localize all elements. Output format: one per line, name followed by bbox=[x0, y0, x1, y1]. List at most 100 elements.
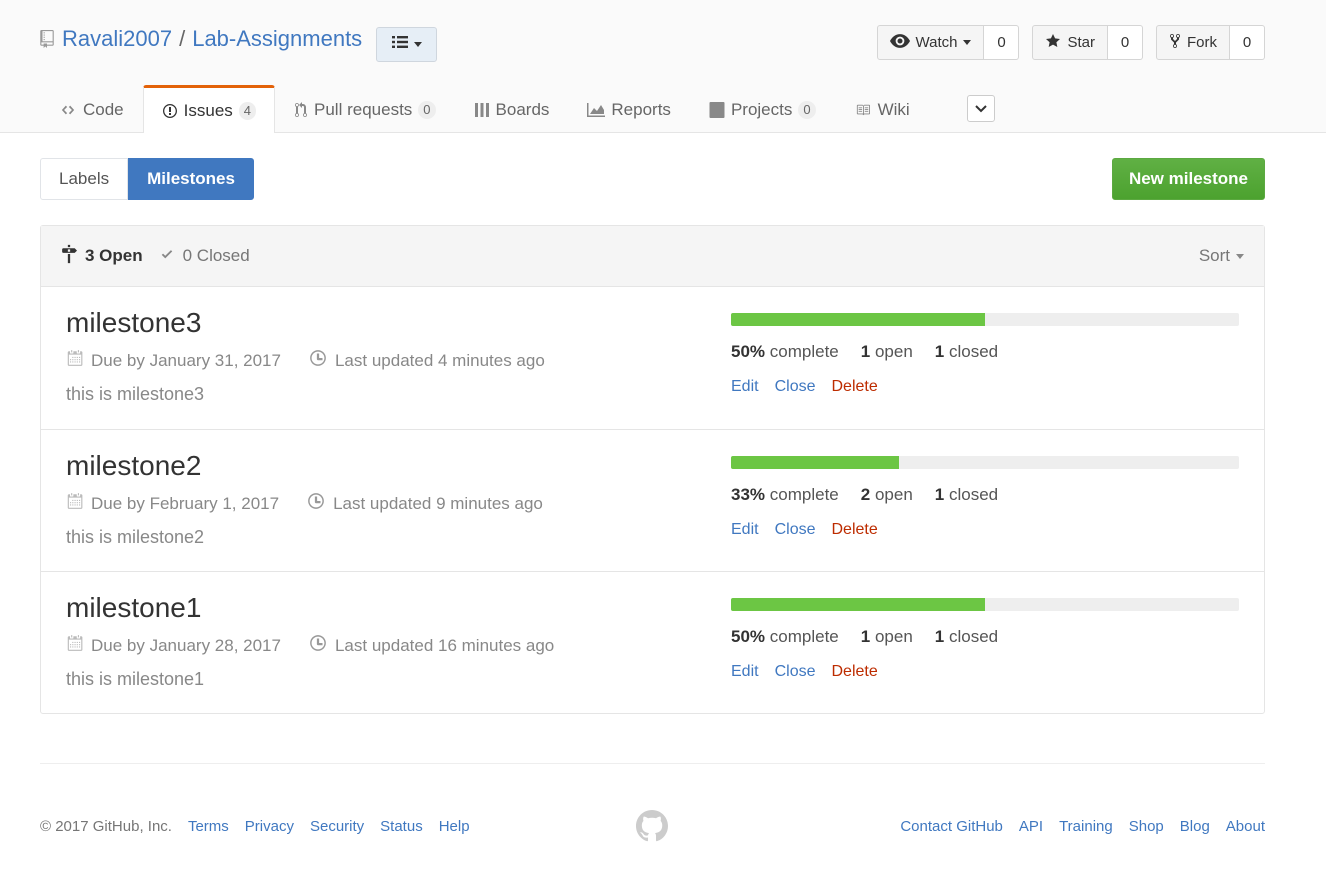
tab-reports[interactable]: Reports bbox=[568, 85, 690, 133]
fork-count[interactable]: 0 bbox=[1230, 25, 1265, 60]
calendar-icon bbox=[66, 634, 83, 657]
open-issues-link[interactable]: 1 open bbox=[861, 627, 913, 647]
more-tabs-button[interactable] bbox=[967, 95, 995, 122]
footer-link-blog[interactable]: Blog bbox=[1180, 818, 1210, 835]
footer-link-about[interactable]: About bbox=[1226, 818, 1265, 835]
milestone-stats: 33% complete 2 open 1 closed bbox=[731, 485, 998, 505]
project-icon bbox=[709, 101, 725, 118]
sort-dropdown[interactable]: Sort bbox=[1199, 246, 1244, 266]
closed-issues-link[interactable]: 1 closed bbox=[935, 627, 998, 647]
milestone-title[interactable]: milestone1 bbox=[66, 592, 201, 624]
tab-pull-requests[interactable]: Pull requests 0 bbox=[275, 85, 455, 133]
footer-left: © 2017 GitHub, Inc. Terms Privacy Securi… bbox=[40, 818, 470, 835]
open-label: open bbox=[874, 627, 913, 646]
tab-projects[interactable]: Projects 0 bbox=[690, 85, 835, 133]
fork-group: Fork 0 bbox=[1156, 25, 1265, 60]
complete-label: complete bbox=[769, 627, 839, 646]
closed-issues-link[interactable]: 1 closed bbox=[935, 485, 998, 505]
repo-separator: / bbox=[179, 26, 186, 51]
star-count[interactable]: 0 bbox=[1108, 25, 1143, 60]
open-filter[interactable]: 3 Open bbox=[61, 244, 143, 269]
footer-link-security[interactable]: Security bbox=[310, 818, 364, 835]
tab-issues[interactable]: Issues 4 bbox=[142, 85, 276, 133]
footer: © 2017 GitHub, Inc. Terms Privacy Securi… bbox=[40, 763, 1265, 842]
git-pull-request-icon bbox=[294, 101, 308, 118]
footer-link-terms[interactable]: Terms bbox=[188, 818, 229, 835]
milestone-description: this is milestone1 bbox=[66, 669, 205, 689]
delete-link[interactable]: Delete bbox=[831, 378, 877, 396]
open-issues-link[interactable]: 2 open bbox=[861, 485, 913, 505]
star-button[interactable]: Star bbox=[1032, 25, 1108, 60]
footer-link-shop[interactable]: Shop bbox=[1129, 818, 1164, 835]
watch-count[interactable]: 0 bbox=[984, 25, 1020, 60]
labels-tab[interactable]: Labels bbox=[40, 158, 129, 200]
watch-button[interactable]: Watch bbox=[876, 25, 985, 60]
tab-code[interactable]: Code bbox=[40, 85, 143, 133]
open-issues-link[interactable]: 1 open bbox=[861, 342, 913, 362]
close-link[interactable]: Close bbox=[775, 378, 816, 396]
close-link[interactable]: Close bbox=[775, 663, 816, 681]
milestone-updated: Last updated 16 minutes ago bbox=[334, 635, 555, 655]
close-link[interactable]: Close bbox=[775, 521, 816, 539]
calendar-icon bbox=[66, 349, 83, 372]
eye-icon bbox=[889, 33, 910, 52]
milestone-description: this is milestone3 bbox=[66, 384, 205, 404]
edit-link[interactable]: Edit bbox=[731, 663, 759, 681]
milestone-title[interactable]: milestone3 bbox=[66, 307, 201, 339]
edit-link[interactable]: Edit bbox=[731, 521, 759, 539]
delete-link[interactable]: Delete bbox=[831, 663, 877, 681]
footer-link-help[interactable]: Help bbox=[439, 818, 470, 835]
tab-issues-label: Issues bbox=[183, 100, 233, 120]
milestone-due-date: Due by January 28, 2017 bbox=[91, 635, 281, 655]
copyright: © 2017 GitHub, Inc. bbox=[40, 818, 172, 835]
star-label: Star bbox=[1067, 34, 1095, 51]
open-issues-count: 1 bbox=[860, 342, 871, 361]
calendar-icon bbox=[66, 492, 83, 515]
tab-boards[interactable]: Boards bbox=[455, 85, 569, 133]
milestone-due-date: Due by February 1, 2017 bbox=[91, 493, 280, 513]
fork-icon bbox=[1169, 33, 1181, 53]
tab-pull-requests-label: Pull requests bbox=[314, 99, 413, 119]
tab-wiki[interactable]: Wiki bbox=[835, 85, 929, 133]
watch-group: Watch 0 bbox=[876, 25, 1020, 60]
milestone-meta: Due by February 1, 2017 Last updated 9 mi… bbox=[66, 492, 543, 515]
delete-link[interactable]: Delete bbox=[831, 521, 877, 539]
chevron-down-icon bbox=[413, 42, 422, 47]
repo-name-link[interactable]: Lab-Assignments bbox=[192, 26, 362, 52]
milestone-meta: Due by January 31, 2017 Last updated 4 mi… bbox=[66, 349, 545, 372]
tab-reports-label: Reports bbox=[611, 99, 671, 119]
footer-link-api[interactable]: API bbox=[1019, 818, 1043, 835]
closed-issues-link[interactable]: 1 closed bbox=[935, 342, 998, 362]
star-icon bbox=[1045, 33, 1061, 53]
new-milestone-button[interactable]: New milestone bbox=[1111, 158, 1265, 200]
fork-button[interactable]: Fork bbox=[1156, 25, 1230, 60]
repo-header: Ravali2007 / Lab-Assignments Watch 0 Sta… bbox=[0, 0, 1326, 133]
closed-filter[interactable]: 0 Closed bbox=[159, 246, 250, 266]
footer-link-training[interactable]: Training bbox=[1059, 818, 1113, 835]
boards-icon bbox=[474, 102, 490, 118]
repo-nav: Code Issues 4 Pull requests 0 Boards Rep… bbox=[40, 85, 929, 133]
open-label: open bbox=[874, 485, 913, 504]
footer-link-contact[interactable]: Contact GitHub bbox=[900, 818, 1003, 835]
graph-icon bbox=[587, 102, 606, 117]
progress-fill bbox=[731, 456, 899, 469]
milestone-title[interactable]: milestone2 bbox=[66, 450, 201, 482]
repo-owner-link[interactable]: Ravali2007 bbox=[62, 26, 172, 52]
complete-label: complete bbox=[769, 485, 839, 504]
repo-menu-button[interactable] bbox=[376, 27, 437, 62]
footer-link-status[interactable]: Status bbox=[380, 818, 423, 835]
milestones-tab[interactable]: Milestones bbox=[128, 158, 254, 200]
github-mark-icon[interactable] bbox=[636, 810, 668, 842]
milestone-list-header: 3 Open 0 Closed Sort bbox=[41, 226, 1264, 287]
edit-link[interactable]: Edit bbox=[731, 378, 759, 396]
milestone-stats: 50% complete 1 open 1 closed bbox=[731, 627, 998, 647]
footer-link-privacy[interactable]: Privacy bbox=[245, 818, 294, 835]
milestone-icon bbox=[61, 244, 77, 269]
watch-label: Watch bbox=[915, 34, 958, 51]
tab-projects-label: Projects bbox=[730, 99, 793, 119]
closed-issues-count: 1 bbox=[934, 342, 945, 361]
percent-value: 33% bbox=[731, 485, 766, 504]
pulls-counter: 0 bbox=[418, 100, 436, 119]
progress-fill bbox=[731, 598, 985, 611]
tab-boards-label: Boards bbox=[495, 99, 550, 119]
